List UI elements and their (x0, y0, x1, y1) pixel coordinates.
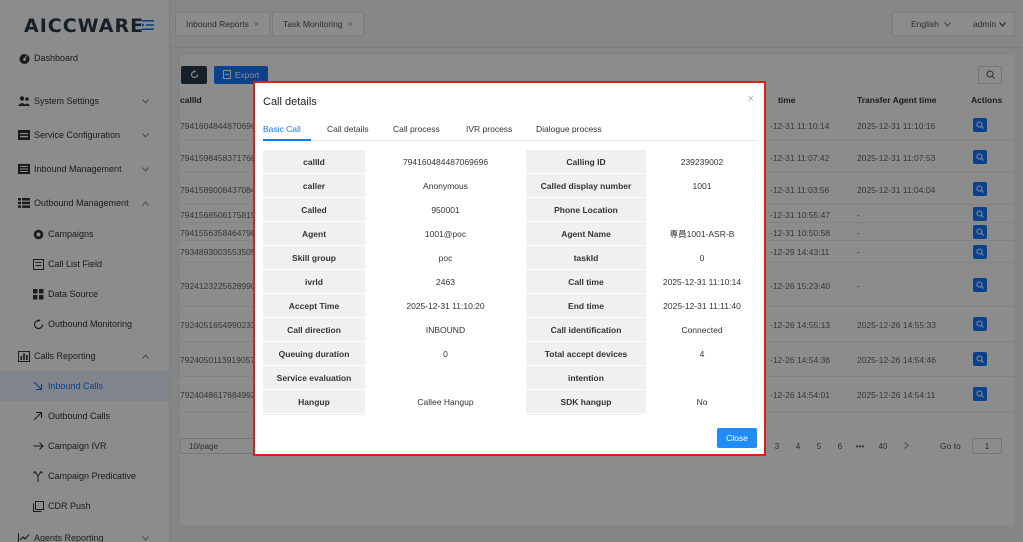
details-value: No (646, 390, 758, 413)
details-value: INBOUND (365, 318, 526, 341)
details-label (263, 414, 365, 415)
details-value: 2463 (365, 270, 526, 293)
details-value: Anonymous (365, 174, 526, 197)
details-value: 2025-12-31 11:10:14 (646, 270, 758, 293)
details-label: Called display number (526, 174, 646, 197)
details-label: Call direction (263, 318, 365, 341)
details-value: Connected (646, 318, 758, 341)
details-row: Skill group poc taskId 0 (263, 246, 758, 270)
details-value: 0 (365, 342, 526, 365)
details-row: Agent 1001@poc Agent Name 專員1001-ASR-B (263, 222, 758, 246)
details-row: caller Anonymous Called display number 1… (263, 174, 758, 198)
details-value: 1001 (646, 174, 758, 197)
details-value (365, 366, 526, 389)
call-details-modal: Call details × Basic Call Call details C… (253, 81, 766, 456)
details-value: 專員1001-ASR-B (646, 222, 758, 245)
tab-ivr-process[interactable]: IVR process (466, 124, 512, 134)
details-value: 239239002 (646, 150, 758, 173)
details-row: Called 950001 Phone Location (263, 198, 758, 222)
details-value: 4 (646, 342, 758, 365)
modal-tabs: Basic Call Call details Call process IVR… (263, 121, 758, 141)
details-row: ivrId 2463 Call time 2025-12-31 11:10:14 (263, 270, 758, 294)
active-tab-indicator (263, 139, 311, 141)
details-value (365, 414, 526, 415)
details-label: Called (263, 198, 365, 221)
details-value: Callee Hangup (365, 390, 526, 413)
close-icon[interactable]: × (748, 93, 754, 105)
details-value: 2025-12-31 11:11:40 (646, 294, 758, 317)
details-label: Phone Location (526, 198, 646, 221)
details-row: Hangup Callee Hangup SDK hangup No (263, 390, 758, 414)
details-row: callId 794160484487069696 Calling ID 239… (263, 150, 758, 174)
details-row: Call direction INBOUND Call identificati… (263, 318, 758, 342)
details-value: 2025-12-31 11:10:20 (365, 294, 526, 317)
details-value: 1001@poc (365, 222, 526, 245)
details-value (646, 198, 758, 221)
details-label: intention (526, 366, 646, 389)
details-label: Total accept devices (526, 342, 646, 365)
details-label: callId (263, 150, 365, 173)
details-label: taskId (526, 246, 646, 269)
details-value: 0 (646, 246, 758, 269)
tab-basic-call[interactable]: Basic Call (263, 124, 301, 134)
details-label: Hangup (263, 390, 365, 413)
details-value: 950001 (365, 198, 526, 221)
details-row (263, 414, 758, 415)
tab-call-details[interactable]: Call details (327, 124, 369, 134)
details-label: Call identification (526, 318, 646, 341)
details-label: Agent Name (526, 222, 646, 245)
tab-call-process[interactable]: Call process (393, 124, 440, 134)
details-label: Calling ID (526, 150, 646, 173)
details-label: Service evaluation (263, 366, 365, 389)
details-label: SDK hangup (526, 390, 646, 413)
details-value (646, 366, 758, 389)
details-value: poc (365, 246, 526, 269)
details-row: Service evaluation intention (263, 366, 758, 390)
modal-title: Call details (263, 96, 317, 108)
details-label: Queuing duration (263, 342, 365, 365)
details-row: Accept Time 2025-12-31 11:10:20 End time… (263, 294, 758, 318)
close-button[interactable]: Close (717, 428, 757, 448)
details-label: caller (263, 174, 365, 197)
details-value: 794160484487069696 (365, 150, 526, 173)
details-label: Call time (526, 270, 646, 293)
details-label: Accept Time (263, 294, 365, 317)
details-label: Agent (263, 222, 365, 245)
details-value (646, 414, 758, 415)
details-label: End time (526, 294, 646, 317)
details-label (526, 414, 646, 415)
details-table: callId 794160484487069696 Calling ID 239… (263, 150, 758, 415)
tab-dialogue-process[interactable]: Dialogue process (536, 124, 602, 134)
details-label: ivrId (263, 270, 365, 293)
details-label: Skill group (263, 246, 365, 269)
details-row: Queuing duration 0 Total accept devices … (263, 342, 758, 366)
